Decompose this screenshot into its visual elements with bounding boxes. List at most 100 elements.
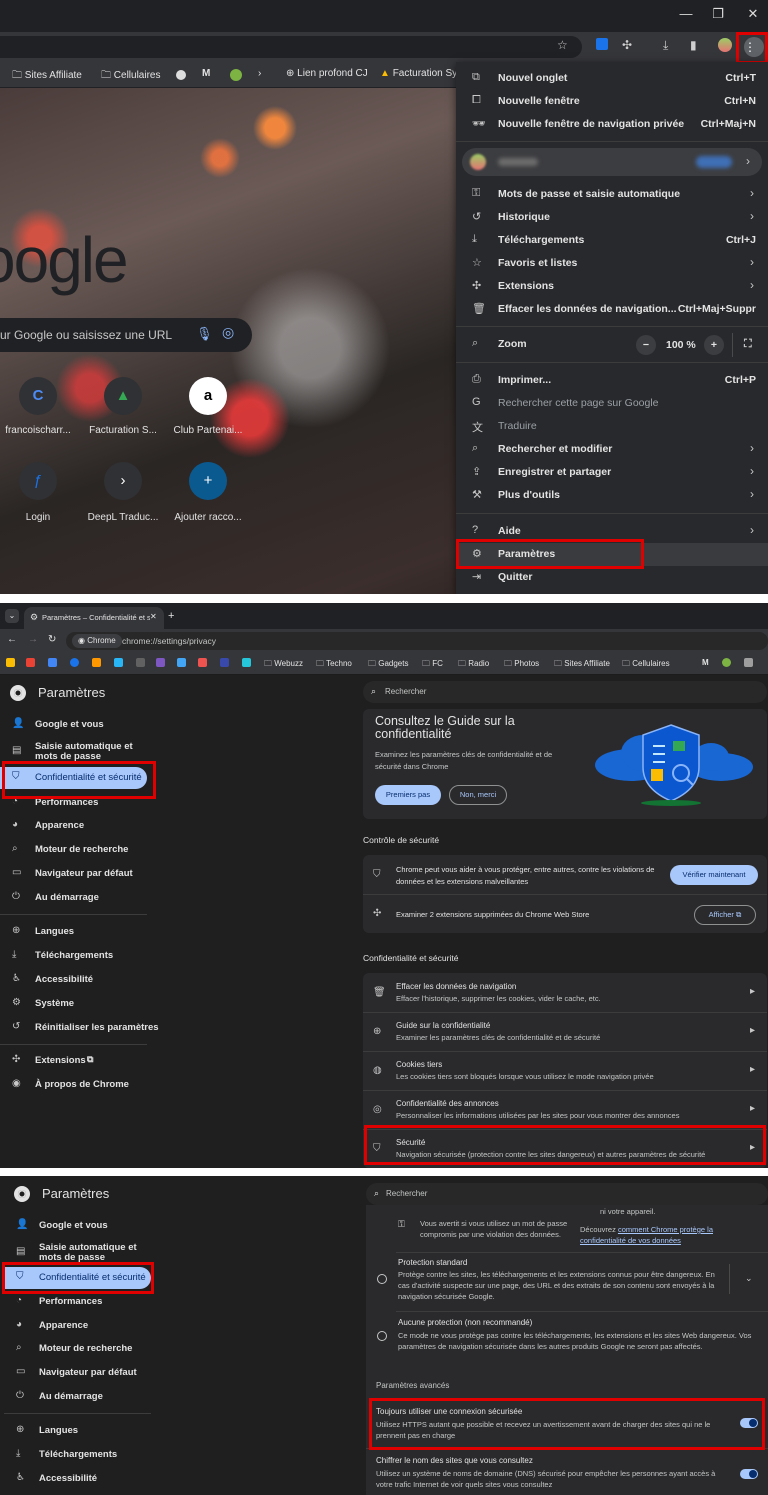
bookmark-sites-affiliate[interactable]: 🗀 Sites Affiliate — [12, 68, 82, 85]
new-tab-button[interactable]: + — [168, 610, 174, 622]
avatar[interactable] — [718, 38, 736, 56]
zoom-out-button[interactable]: − — [636, 335, 656, 355]
bookmark-favicon[interactable] — [92, 658, 101, 667]
back-icon[interactable]: ← — [7, 634, 17, 645]
bookmark-cellulaires[interactable]: 🗀 Cellulaires — [101, 68, 160, 85]
forward-icon[interactable]: → — [28, 634, 38, 645]
row-clear-data[interactable]: 🗑 Effacer les données de navigation Efface… — [363, 974, 767, 1013]
side-panel-icon[interactable]: ▮ — [690, 38, 708, 56]
menu-clear-data[interactable]: 🗑 Effacer les données de navigation... Ctr… — [456, 298, 768, 321]
minimize-button[interactable]: — — [674, 6, 698, 26]
sidebar-item-autofill[interactable]: ▤ Saisie automatique et mots de passe — [4, 1239, 151, 1267]
bookmark-sites-affiliate[interactable]: 🗀 Sites Affiliate — [554, 658, 610, 672]
mic-icon[interactable]: 🎙 — [196, 326, 213, 342]
view-extensions-button[interactable]: Afficher ⧉ — [694, 905, 756, 925]
menu-quit[interactable]: ⇥ Quitter — [456, 566, 768, 589]
menu-incognito[interactable]: 🕶 Nouvelle fenêtre de navigation privée Ct… — [456, 113, 768, 136]
star-icon[interactable]: ☆ — [557, 38, 575, 56]
sidebar-item-about[interactable]: ◉ À propos de Chrome — [0, 1074, 147, 1096]
sidebar-item-privacy[interactable]: ⛉ Confidentialité et sécurité — [4, 1267, 151, 1289]
settings-search-input[interactable]: ⌕ Rechercher — [366, 1183, 768, 1205]
sidebar-item-downloads[interactable]: ⤓ Téléchargements — [0, 945, 147, 967]
chrome-chip[interactable]: ◉ Chrome — [72, 634, 122, 648]
bookmark-m[interactable]: M — [202, 68, 210, 79]
menu-history[interactable]: ↺ Historique › — [456, 206, 768, 229]
menu-save-share[interactable]: ⇪ Enregistrer et partager › — [456, 461, 768, 484]
menu-settings[interactable]: ⚙ Paramètres — [456, 543, 768, 566]
bookmark-cellulaires[interactable]: 🗀 Cellulaires — [622, 658, 670, 672]
menu-find[interactable]: ⌕ Rechercher et modifier › — [456, 438, 768, 461]
chevron-down-icon[interactable]: ⌄ — [745, 1273, 753, 1284]
restore-button[interactable]: ❐ — [706, 6, 730, 26]
bookmark-favicon[interactable] — [220, 658, 229, 667]
bookmark-techno[interactable]: 🗀 Techno — [316, 658, 352, 672]
sidebar-item-appearance[interactable]: ◕ Apparence — [0, 815, 147, 837]
bookmark-favicon[interactable] — [26, 658, 35, 667]
https-toggle[interactable] — [740, 1418, 758, 1428]
bookmark-lien-profond[interactable]: ⊕ Lien profond CJ — [286, 68, 368, 79]
no-protection-radio[interactable] — [377, 1331, 387, 1341]
sidebar-item-performance[interactable]: ◔ Performances — [4, 1291, 151, 1313]
bookmark-favicon[interactable] — [744, 658, 753, 667]
sidebar-item-startup[interactable]: ⏻ Au démarrage — [0, 887, 147, 909]
sidebar-item-appearance[interactable]: ◕ Apparence — [4, 1315, 151, 1337]
check-now-button[interactable]: Vérifier maintenant — [670, 865, 758, 885]
tab-search-icon[interactable]: ⌄ — [5, 609, 19, 623]
menu-new-window[interactable]: ⧠ Nouvelle fenêtre Ctrl+N — [456, 90, 768, 113]
bookmark-favicon[interactable] — [136, 658, 145, 667]
bookmark-favicon[interactable] — [242, 658, 251, 667]
sidebar-item-languages[interactable]: ⊕ Langues — [0, 921, 147, 943]
address-bar[interactable] — [0, 36, 582, 58]
menu-extensions[interactable]: ✣ Extensions › — [456, 275, 768, 298]
row-third-party-cookies[interactable]: ◍ Cookies tiers Les cookies tiers sont blo… — [363, 1052, 767, 1091]
menu-new-tab[interactable]: ⧉ Nouvel onglet Ctrl+T — [456, 67, 768, 90]
bookmark-favicon[interactable] — [176, 70, 186, 80]
puzzle-icon[interactable]: ✣ — [622, 38, 640, 56]
bookmark-facturation[interactable]: ▲ Facturation Sy — [380, 68, 457, 79]
bookmark-favicon[interactable] — [6, 658, 15, 667]
sidebar-item-google[interactable]: 👤 Google et vous — [0, 714, 147, 736]
sidebar-item-default-browser[interactable]: ▭ Navigateur par défaut — [4, 1362, 151, 1384]
bookmark-fc[interactable]: 🗀 FC — [422, 658, 443, 672]
sidebar-item-search-engine[interactable]: ⌕ Moteur de recherche — [4, 1338, 151, 1360]
bookmark-favicon[interactable] — [156, 658, 165, 667]
sidebar-item-default-browser[interactable]: ▭ Navigateur par défaut — [0, 863, 147, 885]
download-icon[interactable]: ⤓ — [663, 38, 681, 56]
menu-passwords[interactable]: ⚿ Mots de passe et saisie automatique › — [456, 183, 768, 206]
bookmark-m[interactable]: M — [702, 658, 709, 667]
bookmark-favicon[interactable] — [198, 658, 207, 667]
bookmark-favicon[interactable] — [48, 658, 57, 667]
sidebar-item-system[interactable]: ⚙ Système — [0, 993, 147, 1015]
menu-translate[interactable]: 文 Traduire — [456, 415, 768, 438]
get-started-button[interactable]: Premiers pas — [375, 785, 441, 805]
sidebar-item-reset[interactable]: ↺ Réinitialiser les paramètres — [0, 1017, 159, 1039]
extension-b-icon[interactable] — [596, 38, 614, 56]
sidebar-item-autofill[interactable]: ▤ Saisie automatique et mots de passe — [0, 738, 147, 766]
standard-protection-radio[interactable] — [377, 1274, 387, 1284]
bookmark-favicon[interactable] — [70, 658, 79, 667]
sidebar-item-google[interactable]: 👤 Google et vous — [4, 1215, 151, 1237]
sidebar-item-accessibility[interactable]: ♿ Accessibilité — [0, 969, 147, 991]
shortcut-icon[interactable]: C — [19, 377, 57, 415]
add-shortcut-icon[interactable]: + — [189, 462, 227, 500]
sidebar-item-performance[interactable]: ◔ Performances — [0, 792, 147, 814]
menu-downloads[interactable]: ⤓ Téléchargements Ctrl+J — [456, 229, 768, 252]
menu-search-page[interactable]: G Rechercher cette page sur Google — [456, 392, 768, 415]
shortcut-icon[interactable]: a — [189, 377, 227, 415]
row-privacy-guide[interactable]: ⊕ Guide sur la confidentialité Examiner le… — [363, 1013, 767, 1052]
bookmark-arrow[interactable]: › — [258, 68, 261, 79]
bookmark-webuzz[interactable]: 🗀 Webuzz — [264, 658, 303, 672]
settings-search-input[interactable]: ⌕ Rechercher — [363, 681, 767, 703]
sidebar-item-search-engine[interactable]: ⌕ Moteur de recherche — [0, 839, 147, 861]
zoom-in-button[interactable]: + — [704, 335, 724, 355]
sidebar-item-privacy[interactable]: ⛉ Confidentialité et sécurité — [0, 767, 147, 789]
close-button[interactable]: ✕ — [741, 6, 765, 26]
row-ad-privacy[interactable]: ◎ Confidentialité des annonces Personnalis… — [363, 1091, 767, 1130]
dns-toggle[interactable] — [740, 1469, 758, 1479]
sidebar-item-downloads[interactable]: ⤓ Téléchargements — [4, 1444, 151, 1466]
bookmark-favicon[interactable] — [177, 658, 186, 667]
menu-bookmarks[interactable]: ☆ Favoris et listes › — [456, 252, 768, 275]
reload-icon[interactable]: ↻ — [48, 634, 56, 645]
sidebar-item-accessibility[interactable]: ♿ Accessibilité — [4, 1468, 151, 1490]
close-tab-icon[interactable]: ✕ — [150, 612, 157, 621]
